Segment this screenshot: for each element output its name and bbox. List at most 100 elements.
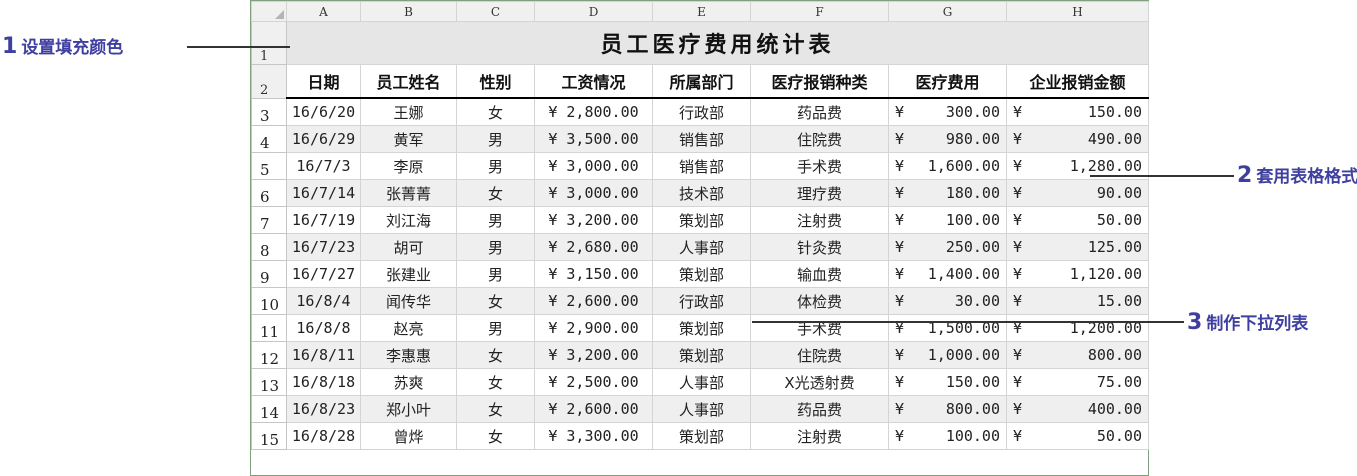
cell-fee[interactable]: ¥30.00 (888, 287, 1007, 315)
cell-type[interactable]: 注射费 (750, 206, 889, 234)
cell-fee[interactable]: ¥1,500.00 (888, 314, 1007, 342)
row-header[interactable]: 8 (251, 233, 287, 261)
cell-salary[interactable]: ¥ 3,150.00 (534, 260, 653, 288)
cell-dept[interactable]: 策划部 (652, 422, 751, 450)
cell-reimb[interactable]: ¥125.00 (1006, 233, 1149, 261)
header-dept[interactable]: 所属部门 (652, 64, 751, 99)
cell-sex[interactable]: 女 (456, 395, 535, 423)
cell-reimb[interactable]: ¥1,120.00 (1006, 260, 1149, 288)
cell-type[interactable]: X光透射费 (750, 368, 889, 396)
column-header-c[interactable]: C (456, 1, 535, 22)
cell-type[interactable]: 住院费 (750, 341, 889, 369)
row-header[interactable]: 6 (251, 179, 287, 207)
cell-salary[interactable]: ¥ 3,000.00 (534, 152, 653, 180)
row-header[interactable]: 1 (251, 21, 287, 65)
header-reimb[interactable]: 企业报销金额 (1006, 64, 1149, 99)
row-header[interactable]: 3 (251, 97, 287, 126)
header-date[interactable]: 日期 (286, 64, 361, 99)
column-header-a[interactable]: A (286, 1, 361, 22)
cell-dept[interactable]: 人事部 (652, 368, 751, 396)
cell-reimb[interactable]: ¥90.00 (1006, 179, 1149, 207)
cell-sex[interactable]: 男 (456, 260, 535, 288)
cell-name[interactable]: 曾烨 (360, 422, 457, 450)
cell-name[interactable]: 张菁菁 (360, 179, 457, 207)
cell-sex[interactable]: 女 (456, 368, 535, 396)
cell-name[interactable]: 王娜 (360, 97, 457, 126)
cell-fee[interactable]: ¥100.00 (888, 206, 1007, 234)
cell-name[interactable]: 刘江海 (360, 206, 457, 234)
sheet-title[interactable]: 员工医疗费用统计表 (286, 21, 1149, 65)
cell-salary[interactable]: ¥ 3,200.00 (534, 206, 653, 234)
cell-type[interactable]: 注射费 (750, 422, 889, 450)
cell-reimb[interactable]: ¥75.00 (1006, 368, 1149, 396)
cell-sex[interactable]: 男 (456, 314, 535, 342)
cell-dept[interactable]: 策划部 (652, 314, 751, 342)
row-header[interactable]: 13 (251, 368, 287, 396)
cell-dept[interactable]: 技术部 (652, 179, 751, 207)
cell-dept[interactable]: 策划部 (652, 341, 751, 369)
header-type[interactable]: 医疗报销种类 (750, 64, 889, 99)
cell-name[interactable]: 张建业 (360, 260, 457, 288)
cell-salary[interactable]: ¥ 2,680.00 (534, 233, 653, 261)
cell-date[interactable]: 16/6/29 (286, 125, 361, 153)
select-all-corner[interactable] (251, 1, 287, 22)
cell-date[interactable]: 16/7/27 (286, 260, 361, 288)
cell-date[interactable]: 16/7/14 (286, 179, 361, 207)
row-header[interactable]: 9 (251, 260, 287, 288)
cell-date[interactable]: 16/7/3 (286, 152, 361, 180)
cell-sex[interactable]: 女 (456, 422, 535, 450)
cell-type[interactable]: 药品费 (750, 97, 889, 126)
cell-sex[interactable]: 女 (456, 341, 535, 369)
cell-salary[interactable]: ¥ 2,500.00 (534, 368, 653, 396)
cell-fee[interactable]: ¥800.00 (888, 395, 1007, 423)
cell-reimb[interactable]: ¥800.00 (1006, 341, 1149, 369)
cell-fee[interactable]: ¥180.00 (888, 179, 1007, 207)
cell-salary[interactable]: ¥ 2,800.00 (534, 97, 653, 126)
cell-salary[interactable]: ¥ 3,200.00 (534, 341, 653, 369)
row-header[interactable]: 11 (251, 314, 287, 342)
cell-type[interactable]: 理疗费 (750, 179, 889, 207)
cell-fee[interactable]: ¥980.00 (888, 125, 1007, 153)
cell-fee[interactable]: ¥1,600.00 (888, 152, 1007, 180)
column-header-b[interactable]: B (360, 1, 457, 22)
cell-dept[interactable]: 策划部 (652, 206, 751, 234)
header-name[interactable]: 员工姓名 (360, 64, 457, 99)
cell-reimb[interactable]: ¥50.00 (1006, 422, 1149, 450)
cell-sex[interactable]: 女 (456, 287, 535, 315)
cell-dept[interactable]: 销售部 (652, 125, 751, 153)
cell-sex[interactable]: 女 (456, 97, 535, 126)
cell-salary[interactable]: ¥ 2,900.00 (534, 314, 653, 342)
cell-salary[interactable]: ¥ 3,500.00 (534, 125, 653, 153)
cell-name[interactable]: 李惠惠 (360, 341, 457, 369)
cell-type[interactable]: 体检费 (750, 287, 889, 315)
cell-reimb[interactable]: ¥15.00 (1006, 287, 1149, 315)
cell-reimb[interactable]: ¥490.00 (1006, 125, 1149, 153)
column-header-g[interactable]: G (888, 1, 1007, 22)
row-header[interactable]: 2 (251, 64, 287, 99)
row-header[interactable]: 4 (251, 125, 287, 153)
row-header[interactable]: 15 (251, 422, 287, 450)
cell-date[interactable]: 16/8/8 (286, 314, 361, 342)
cell-type[interactable]: 药品费 (750, 395, 889, 423)
cell-salary[interactable]: ¥ 2,600.00 (534, 287, 653, 315)
cell-salary[interactable]: ¥ 3,000.00 (534, 179, 653, 207)
cell-sex[interactable]: 女 (456, 179, 535, 207)
cell-dept[interactable]: 行政部 (652, 97, 751, 126)
row-header[interactable]: 12 (251, 341, 287, 369)
cell-fee[interactable]: ¥100.00 (888, 422, 1007, 450)
row-header[interactable]: 5 (251, 152, 287, 180)
header-sex[interactable]: 性别 (456, 64, 535, 99)
cell-reimb[interactable]: ¥150.00 (1006, 97, 1149, 126)
column-header-e[interactable]: E (652, 1, 751, 22)
row-header[interactable]: 14 (251, 395, 287, 423)
cell-name[interactable]: 胡可 (360, 233, 457, 261)
cell-date[interactable]: 16/7/23 (286, 233, 361, 261)
cell-type[interactable]: 输血费 (750, 260, 889, 288)
cell-sex[interactable]: 男 (456, 125, 535, 153)
cell-type[interactable]: 针灸费 (750, 233, 889, 261)
cell-reimb[interactable]: ¥400.00 (1006, 395, 1149, 423)
cell-reimb[interactable]: ¥50.00 (1006, 206, 1149, 234)
cell-name[interactable]: 苏爽 (360, 368, 457, 396)
cell-name[interactable]: 闻传华 (360, 287, 457, 315)
cell-dept[interactable]: 人事部 (652, 233, 751, 261)
